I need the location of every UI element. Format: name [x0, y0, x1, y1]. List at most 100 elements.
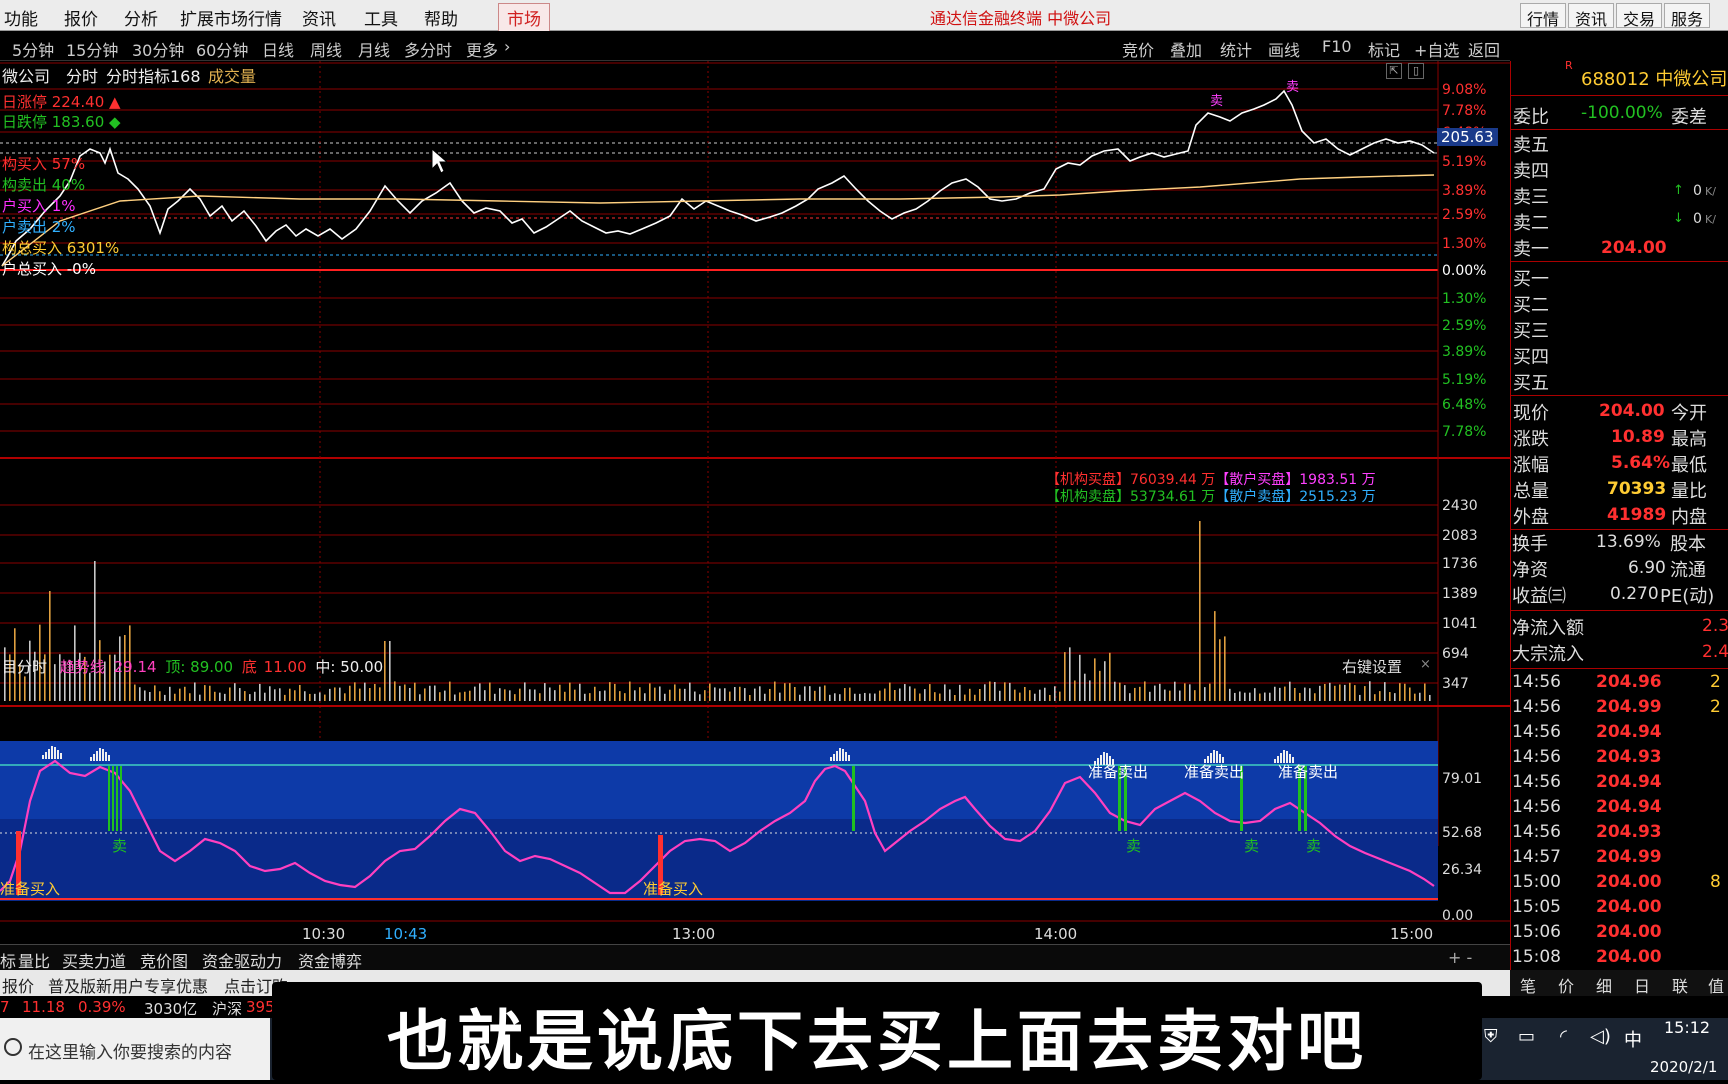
volume-bar	[619, 691, 621, 701]
legend-inst-total-buy: 构总买入 6301%	[2, 239, 120, 257]
flow-retail-sell-label: 【散户卖盘】	[1215, 489, 1300, 505]
toggle-icon[interactable]: ▯	[1408, 63, 1424, 79]
volume-bar	[1189, 684, 1191, 701]
indicator-settings[interactable]: 右键设置	[1342, 656, 1402, 677]
volume-bar	[549, 687, 551, 701]
volume-bar	[94, 561, 96, 701]
tab-buy-sell-force[interactable]: 买卖力道	[62, 948, 126, 972]
volume-bar	[839, 694, 841, 701]
tool-auction[interactable]: 竞价	[1122, 37, 1154, 61]
volume-icon[interactable]: ◁)	[1590, 1026, 1611, 1047]
tab-auction[interactable]: 竞价图	[140, 948, 188, 972]
menu-quote[interactable]: 报价	[64, 5, 98, 30]
intraday-chart-area[interactable]: 9.08% 7.78% 6.48% 5.19% 3.89% 2.59% 1.30% 0.00%…	[0, 61, 1510, 951]
tab-capital-game[interactable]: 资金博弈	[298, 948, 362, 972]
volume-bar	[1309, 688, 1311, 701]
rtab-value[interactable]: 值	[1708, 973, 1724, 997]
period-more[interactable]: 更多	[466, 37, 498, 61]
battery-icon[interactable]: ▭	[1518, 1026, 1535, 1047]
clock-date[interactable]: 2020/2/1	[1650, 1058, 1717, 1076]
top-bump-bar	[833, 754, 835, 761]
rtab-link[interactable]: 联	[1672, 973, 1688, 997]
volume-bar	[149, 691, 151, 701]
volume-bar	[324, 694, 326, 701]
trade-button[interactable]: 交易	[1616, 3, 1663, 29]
volume-bar	[929, 684, 931, 701]
period-multi-intraday[interactable]: 多分时	[404, 37, 452, 61]
subtitle-text: 也就是说底下去买上面去卖对吧	[387, 1003, 1367, 1080]
menu-news[interactable]: 资讯	[302, 5, 336, 30]
period-monthly[interactable]: 月线	[358, 37, 390, 61]
menu-tools[interactable]: 工具	[364, 5, 398, 30]
period-30min[interactable]: 30分钟	[132, 37, 184, 61]
volume-bar	[1234, 692, 1236, 701]
period-weekly[interactable]: 周线	[310, 37, 342, 61]
period-15min[interactable]: 15分钟	[66, 37, 118, 61]
volume-bar	[319, 692, 321, 701]
tab-volume-ratio[interactable]: 量比	[18, 948, 50, 972]
tool-f10[interactable]: F10	[1322, 37, 1352, 56]
rtab-detail[interactable]: 细	[1596, 973, 1612, 997]
search-placeholder: 在这里输入你要搜索的内容	[28, 1043, 232, 1063]
rtab-price[interactable]: 价	[1558, 973, 1574, 997]
menu-analysis[interactable]: 分析	[124, 5, 158, 30]
menu-extended-market[interactable]: 扩展市场行情	[180, 5, 282, 30]
flow-inst-sell-label: 【机构卖盘】	[1046, 489, 1130, 505]
q-volume-label: 总量	[1513, 481, 1549, 502]
period-5min[interactable]: 5分钟	[12, 37, 54, 61]
clock-time[interactable]: 15:12	[1664, 1018, 1710, 1037]
volume-bar	[919, 693, 921, 701]
volume-bar	[1349, 682, 1351, 701]
promo-text[interactable]: 普及版新用户专享优惠	[48, 973, 208, 997]
volume-bar	[519, 688, 521, 701]
tool-back[interactable]: 返回	[1468, 37, 1500, 61]
quote-button[interactable]: 行情	[1520, 3, 1567, 29]
volume-bar	[529, 689, 531, 701]
tick-price: 204.99	[1596, 697, 1662, 717]
tool-add-watchlist[interactable]: +自选	[1414, 37, 1459, 61]
chevron-right-icon[interactable]: ›	[504, 37, 510, 56]
service-button[interactable]: 服务	[1664, 3, 1711, 29]
tab-capital-drive[interactable]: 资金驱动力	[202, 948, 282, 972]
rtab-day[interactable]: 日	[1634, 973, 1650, 997]
tab-indicator[interactable]: 标	[0, 948, 16, 972]
q-eps-value: 0.270	[1610, 584, 1659, 604]
volume-bar	[1284, 686, 1286, 701]
zoom-buttons[interactable]: + -	[1448, 948, 1472, 967]
expand-icon[interactable]: ⇱	[1386, 63, 1402, 79]
tool-stats[interactable]: 统计	[1220, 37, 1252, 61]
tool-mark[interactable]: 标记	[1368, 37, 1400, 61]
tick-price: 204.94	[1596, 772, 1662, 792]
close-icon[interactable]: ×	[1420, 657, 1431, 672]
shield-icon[interactable]: ⛨	[1484, 1026, 1498, 1047]
volume-axis-label: 694	[1442, 646, 1469, 662]
ime-indicator[interactable]: 中	[1624, 1026, 1642, 1052]
menu-market[interactable]: 市场	[498, 3, 550, 32]
tool-draw[interactable]: 画线	[1268, 37, 1300, 61]
period-daily[interactable]: 日线	[262, 37, 294, 61]
tick-price: 204.96	[1596, 672, 1662, 692]
volume-bar	[889, 682, 891, 701]
tool-overlay[interactable]: 叠加	[1170, 37, 1202, 61]
volume-bar	[1224, 636, 1226, 701]
volume-bar	[599, 691, 601, 701]
volume-bar	[1164, 689, 1166, 701]
volume-axis-label: 347	[1442, 676, 1469, 692]
volume-bar	[419, 694, 421, 701]
wifi-icon[interactable]: ◜	[1560, 1026, 1567, 1047]
volume-bar	[1394, 693, 1396, 701]
period-60min[interactable]: 60分钟	[196, 37, 248, 61]
sell-short-label: 卖	[112, 837, 127, 855]
volume-bar	[354, 682, 356, 701]
menu-function[interactable]: 功能	[4, 5, 38, 30]
ask-vol-b: 0	[1693, 211, 1702, 227]
news-button[interactable]: 资讯	[1568, 3, 1615, 29]
promo-quote[interactable]: 报价	[2, 973, 34, 997]
time-axis-label: 15:00	[1390, 925, 1433, 943]
intraday-chart-svg[interactable]: 9.08% 7.78% 6.48% 5.19% 3.89% 2.59% 1.30% 0.00%…	[0, 61, 1510, 951]
menu-help[interactable]: 帮助	[424, 5, 458, 30]
taskbar-search-box[interactable]: 在这里输入你要搜索的内容	[0, 1018, 270, 1080]
volume-bar	[439, 692, 441, 701]
pct-axis-label-up: 2.59%	[1442, 207, 1486, 223]
rtab-tick[interactable]: 笔	[1520, 973, 1536, 997]
